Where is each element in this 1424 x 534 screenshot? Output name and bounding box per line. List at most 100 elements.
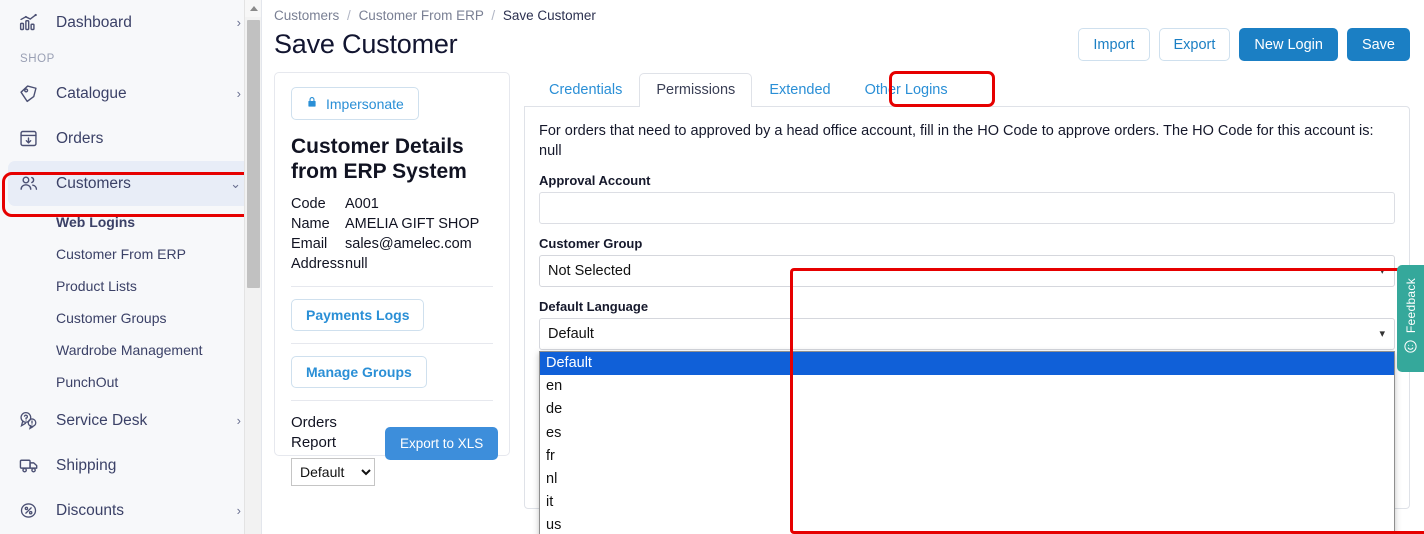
dropdown-option-es[interactable]: es bbox=[540, 422, 1394, 445]
sidebar-item-label: Catalogue bbox=[46, 85, 237, 103]
sidebar-item-label: Shipping bbox=[46, 457, 241, 475]
sidebar-item-label: Service Desk bbox=[46, 412, 237, 430]
sidebar-item-customers[interactable]: Customers ⌄ bbox=[8, 161, 253, 206]
truck-icon bbox=[18, 454, 46, 478]
detail-key: Email bbox=[291, 234, 345, 254]
app-root: Dashboard › SHOP Catalogue › bbox=[0, 0, 1424, 534]
sidebar-item-label: Discounts bbox=[46, 502, 237, 520]
import-button[interactable]: Import bbox=[1078, 28, 1149, 61]
impersonate-label: Impersonate bbox=[326, 96, 404, 112]
export-to-xls-button[interactable]: Export to XLS bbox=[385, 427, 498, 460]
sidebar: Dashboard › SHOP Catalogue › bbox=[0, 0, 262, 534]
customer-group-label: Customer Group bbox=[539, 236, 1395, 251]
sidebar-section-shop: SHOP bbox=[0, 45, 261, 71]
sidebar-subitem-customer-groups[interactable]: Customer Groups bbox=[0, 302, 261, 334]
feedback-tab[interactable]: Feedback bbox=[1397, 265, 1424, 372]
sidebar-item-shipping[interactable]: Shipping bbox=[8, 443, 253, 488]
default-language-select-wrap: Default ▾ Default en de es fr nl it us bbox=[539, 318, 1395, 350]
tab-bar: Credentials Permissions Extended Other L… bbox=[524, 72, 1410, 106]
users-icon bbox=[18, 172, 46, 196]
tag-icon bbox=[18, 82, 46, 106]
sidebar-item-catalogue[interactable]: Catalogue › bbox=[8, 71, 253, 116]
dropdown-option-fr[interactable]: fr bbox=[540, 445, 1394, 468]
tab-permissions[interactable]: Permissions bbox=[639, 73, 752, 107]
detail-value: sales@amelec.com bbox=[345, 234, 493, 254]
smiley-icon bbox=[1403, 339, 1418, 359]
dropdown-option-it[interactable]: it bbox=[540, 491, 1394, 514]
scroll-up-button[interactable] bbox=[245, 0, 262, 17]
dropdown-option-nl[interactable]: nl bbox=[540, 468, 1394, 491]
card-title: Customer Details from ERP System bbox=[291, 134, 493, 184]
sidebar-subitem-customer-from-erp[interactable]: Customer From ERP bbox=[0, 238, 261, 270]
chevron-right-icon: › bbox=[237, 16, 241, 29]
scrollbar-thumb[interactable] bbox=[247, 20, 260, 288]
customer-group-select[interactable]: Not Selected bbox=[539, 255, 1395, 287]
tab-other-logins[interactable]: Other Logins bbox=[848, 73, 965, 107]
customer-group-select-wrap: Not Selected ▾ bbox=[539, 255, 1395, 287]
detail-key: Name bbox=[291, 214, 345, 234]
tab-extended[interactable]: Extended bbox=[752, 73, 847, 107]
dropdown-option-de[interactable]: de bbox=[540, 398, 1394, 421]
feedback-label: Feedback bbox=[1404, 278, 1418, 333]
breadcrumb-separator: / bbox=[487, 8, 499, 23]
sidebar-item-discounts[interactable]: Discounts › bbox=[8, 488, 253, 533]
detail-value: A001 bbox=[345, 194, 493, 214]
detail-value: AMELIA GIFT SHOP bbox=[345, 214, 493, 234]
support-chat-icon bbox=[18, 409, 46, 433]
dropdown-option-us[interactable]: us bbox=[540, 514, 1394, 534]
sidebar-subitem-product-lists[interactable]: Product Lists bbox=[0, 270, 261, 302]
chevron-right-icon: › bbox=[237, 504, 241, 517]
breadcrumb: Customers / Customer From ERP / Save Cus… bbox=[262, 0, 1424, 23]
sidebar-subitem-web-logins[interactable]: Web Logins bbox=[0, 206, 261, 238]
breadcrumb-item-customer-from-erp[interactable]: Customer From ERP bbox=[359, 8, 484, 23]
box-icon bbox=[18, 127, 46, 151]
chevron-down-icon: ⌄ bbox=[230, 177, 241, 190]
default-language-select[interactable]: Default bbox=[539, 318, 1395, 350]
tab-credentials[interactable]: Credentials bbox=[532, 73, 639, 107]
detail-key: Code bbox=[291, 194, 345, 214]
ho-code-hint: For orders that need to approved by a he… bbox=[539, 121, 1395, 161]
sidebar-subitem-wardrobe-management[interactable]: Wardrobe Management bbox=[0, 334, 261, 366]
orders-report-row: Orders Report Default Export to XLS bbox=[291, 413, 493, 486]
divider bbox=[291, 343, 493, 344]
detail-key: Address bbox=[291, 254, 345, 274]
save-button[interactable]: Save bbox=[1347, 28, 1410, 61]
sidebar-item-label: Customers bbox=[46, 175, 230, 193]
chevron-right-icon: › bbox=[237, 87, 241, 100]
permissions-panel: For orders that need to approved by a he… bbox=[524, 106, 1410, 509]
export-button[interactable]: Export bbox=[1159, 28, 1231, 61]
default-language-dropdown-list[interactable]: Default en de es fr nl it us bbox=[539, 351, 1395, 534]
sidebar-item-orders[interactable]: Orders bbox=[8, 116, 253, 161]
main-content: Customers / Customer From ERP / Save Cus… bbox=[262, 0, 1424, 534]
detail-row-code: Code A001 bbox=[291, 194, 493, 214]
divider bbox=[291, 286, 493, 287]
sidebar-item-dashboard[interactable]: Dashboard › bbox=[8, 0, 253, 45]
orders-report-group: Orders Report Default bbox=[291, 413, 375, 486]
dropdown-option-default[interactable]: Default bbox=[540, 352, 1394, 375]
manage-groups-button[interactable]: Manage Groups bbox=[291, 356, 427, 388]
sidebar-item-label: Dashboard bbox=[46, 14, 237, 32]
default-language-label: Default Language bbox=[539, 299, 1395, 314]
breadcrumb-item-customers[interactable]: Customers bbox=[274, 8, 339, 23]
approval-account-input[interactable] bbox=[539, 192, 1395, 224]
dashboard-chart-icon bbox=[18, 11, 46, 35]
approval-account-label: Approval Account bbox=[539, 173, 1395, 188]
dropdown-option-en[interactable]: en bbox=[540, 375, 1394, 398]
orders-report-select[interactable]: Default bbox=[291, 458, 375, 486]
triangle-up-icon bbox=[250, 6, 258, 11]
detail-row-email: Email sales@amelec.com bbox=[291, 234, 493, 254]
detail-row-name: Name AMELIA GIFT SHOP bbox=[291, 214, 493, 234]
chevron-right-icon: › bbox=[237, 414, 241, 427]
sidebar-item-service-desk[interactable]: Service Desk › bbox=[8, 398, 253, 443]
divider bbox=[291, 400, 493, 401]
breadcrumb-item-save-customer: Save Customer bbox=[503, 8, 596, 23]
sidebar-list: Dashboard › SHOP Catalogue › bbox=[0, 0, 261, 533]
payments-logs-button[interactable]: Payments Logs bbox=[291, 299, 424, 331]
impersonate-button[interactable]: Impersonate bbox=[291, 87, 419, 120]
detail-row-address: Address null bbox=[291, 254, 493, 274]
permissions-panel-wrapper: Credentials Permissions Extended Other L… bbox=[524, 72, 1410, 509]
detail-value: null bbox=[345, 254, 493, 274]
new-login-button[interactable]: New Login bbox=[1239, 28, 1338, 61]
sidebar-subitem-punchout[interactable]: PunchOut bbox=[0, 366, 261, 398]
sidebar-scrollbar[interactable] bbox=[244, 0, 261, 534]
